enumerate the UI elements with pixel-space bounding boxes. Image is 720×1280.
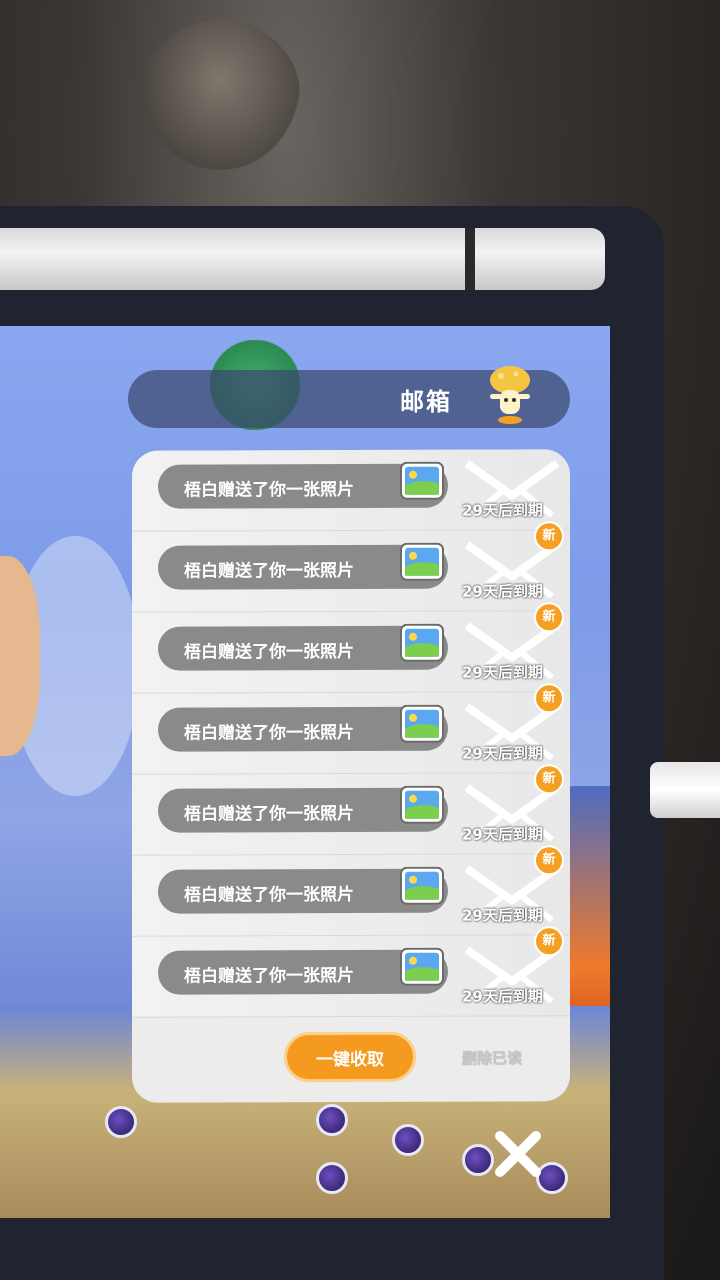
mail-item[interactable]: 梧白赠送了你一张照片 29天后到期 — [132, 935, 570, 1018]
mail-expiry: 29天后到期 — [462, 663, 543, 682]
mail-subject: 梧白赠送了你一张照片 — [184, 965, 354, 987]
mail-subject: 梧白赠送了你一张照片 — [184, 884, 354, 906]
plant-icon — [316, 1104, 348, 1136]
photo-icon — [400, 947, 444, 986]
mail-item[interactable]: 梧白赠送了你一张照片 29天后到期新 — [132, 854, 570, 957]
mushroom-mascot-icon — [490, 366, 530, 424]
mail-subject: 梧白赠送了你一张照片 — [184, 641, 354, 663]
new-badge: 新 — [534, 926, 564, 957]
new-badge: 新 — [534, 602, 564, 633]
plant-icon — [105, 1106, 137, 1138]
game-screen: 邮箱 梧白赠送了你一张照片 29天后到期新梧白赠送了你一张照片 29天后到期新梧白赠… — [0, 326, 610, 1218]
mail-expiry: 29天后到期 — [462, 906, 543, 925]
mail-item[interactable]: 梧白赠送了你一张照片 29天后到期新 — [132, 773, 570, 876]
photo-icon — [400, 785, 444, 824]
plant-icon — [316, 1162, 348, 1194]
stylus-pen — [0, 228, 605, 290]
mail-expiry: 29天后到期 — [462, 582, 543, 601]
mail-item[interactable]: 梧白赠送了你一张照片 29天后到期新 — [132, 611, 570, 714]
mail-expiry: 29天后到期 — [462, 987, 543, 1006]
photo-icon — [400, 866, 444, 905]
photo-icon — [400, 704, 444, 743]
new-badge: 新 — [534, 683, 564, 714]
photo-icon — [400, 461, 444, 500]
plant-icon — [392, 1124, 424, 1156]
stylus-pen-side — [650, 762, 720, 818]
mail-subject: 梧白赠送了你一张照片 — [184, 722, 354, 744]
photo-icon — [400, 542, 444, 581]
photo-background: 邮箱 梧白赠送了你一张照片 29天后到期新梧白赠送了你一张照片 29天后到期新梧白赠… — [0, 0, 720, 1280]
mail-expiry: 29天后到期 — [462, 744, 543, 763]
mailbox-header: 邮箱 — [128, 366, 570, 428]
mail-list: 梧白赠送了你一张照片 29天后到期新梧白赠送了你一张照片 29天后到期新梧白赠送了你… — [132, 449, 570, 1018]
delete-read-button[interactable]: 删除已读 — [462, 1047, 522, 1068]
close-icon[interactable] — [488, 1124, 548, 1184]
collect-all-button[interactable]: 一键收取 — [284, 1031, 416, 1083]
new-badge: 新 — [534, 764, 564, 795]
mail-subject: 梧白赠送了你一张照片 — [184, 803, 354, 825]
mail-expiry: 29天后到期 — [462, 825, 543, 844]
hand-background — [140, 20, 300, 170]
photo-icon — [400, 623, 444, 662]
mail-subject: 梧白赠送了你一张照片 — [184, 479, 354, 501]
mailbox-title: 邮箱 — [400, 388, 452, 416]
mail-item[interactable]: 梧白赠送了你一张照片 29天后到期新 — [132, 530, 570, 633]
mail-panel: 梧白赠送了你一张照片 29天后到期新梧白赠送了你一张照片 29天后到期新梧白赠送了你… — [132, 449, 570, 1103]
mail-item[interactable]: 梧白赠送了你一张照片 29天后到期新 — [132, 692, 570, 795]
mail-expiry: 29天后到期 — [462, 501, 543, 520]
mail-item[interactable]: 梧白赠送了你一张照片 29天后到期新 — [132, 449, 570, 552]
mail-subject: 梧白赠送了你一张照片 — [184, 560, 354, 582]
new-badge: 新 — [534, 845, 564, 876]
new-badge: 新 — [534, 521, 564, 552]
